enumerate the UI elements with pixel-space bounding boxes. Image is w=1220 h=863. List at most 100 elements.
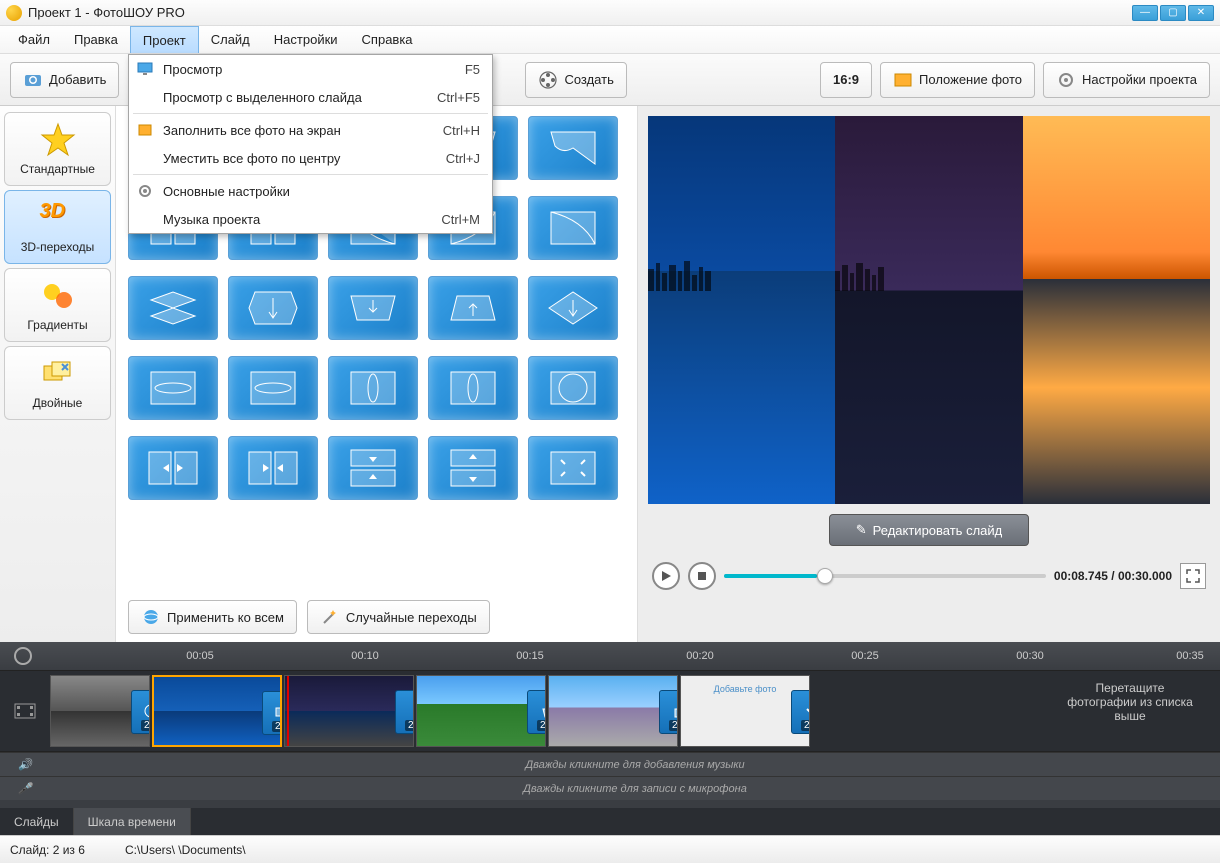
menu-settings[interactable]: Настройки: [262, 26, 350, 53]
transition-thumb[interactable]: [328, 356, 418, 420]
playhead[interactable]: [287, 675, 289, 747]
menu-edit[interactable]: Правка: [62, 26, 130, 53]
preview-panel: ✎ Редактировать слайд 00:08.745 / 00:30.…: [638, 106, 1220, 642]
transition-chip[interactable]: 2.0: [527, 690, 546, 734]
aspect-ratio-button[interactable]: 16:9: [820, 62, 872, 98]
menu-project-music[interactable]: Музыка проекта Ctrl+M: [129, 205, 492, 233]
timeline-slide[interactable]: 2.0: [50, 675, 150, 747]
timeline: 00:05 00:10 00:15 00:20 00:25 00:30 00:3…: [0, 642, 1220, 808]
close-button[interactable]: ✕: [1188, 5, 1214, 21]
minimize-button[interactable]: —: [1132, 5, 1158, 21]
apply-all-button[interactable]: Применить ко всем: [128, 600, 297, 634]
transition-chip[interactable]: 2.0: [791, 690, 810, 734]
category-double[interactable]: Двойные: [4, 346, 111, 420]
play-button[interactable]: [652, 562, 680, 590]
menu-fill-all[interactable]: Заполнить все фото на экран Ctrl+H: [129, 116, 492, 144]
timeline-slide[interactable]: 2.0: [152, 675, 282, 747]
gear-icon: [1056, 70, 1076, 90]
edit-slide-button[interactable]: ✎ Редактировать слайд: [829, 514, 1029, 546]
transition-thumb[interactable]: [128, 356, 218, 420]
mic-track[interactable]: 🎤 Дважды кликните для записи с микрофона: [0, 776, 1220, 800]
menu-preview-from-selected[interactable]: Просмотр с выделенного слайда Ctrl+F5: [129, 83, 492, 111]
photo-position-button[interactable]: Положение фото: [880, 62, 1035, 98]
transition-thumb[interactable]: [528, 356, 618, 420]
photo-icon: [893, 70, 913, 90]
category-sidebar: Стандартные 3D 3D-переходы Градиенты Дво…: [0, 106, 116, 642]
add-button[interactable]: Добавить: [10, 62, 119, 98]
transition-chip[interactable]: 2.0: [131, 690, 150, 734]
transition-thumb[interactable]: [528, 276, 618, 340]
music-track[interactable]: 🔊 Дважды кликните для добавления музыки: [0, 752, 1220, 776]
double-icon: [40, 356, 76, 392]
gradient-icon: [40, 278, 76, 314]
title-bar: Проект 1 - ФотоШОУ PRO — ▢ ✕: [0, 0, 1220, 26]
menu-project[interactable]: Проект: [130, 26, 199, 53]
timeline-slide[interactable]: 2.0: [284, 675, 414, 747]
mic-icon: 🎤: [0, 782, 50, 795]
status-path: C:\Users\ \Documents\: [125, 843, 246, 857]
transition-thumb[interactable]: [228, 356, 318, 420]
menu-help[interactable]: Справка: [350, 26, 425, 53]
window-title: Проект 1 - ФотоШОУ PRO: [28, 5, 185, 20]
random-transitions-button[interactable]: Случайные переходы: [307, 600, 490, 634]
transition-thumb[interactable]: [328, 276, 418, 340]
menu-preview[interactable]: Просмотр F5: [129, 55, 492, 83]
transition-thumb[interactable]: [328, 436, 418, 500]
menu-separator: [133, 174, 488, 175]
transition-thumb[interactable]: [528, 116, 618, 180]
speaker-icon: 🔊: [0, 758, 50, 771]
maximize-button[interactable]: ▢: [1160, 5, 1186, 21]
transition-chip[interactable]: 2.0: [262, 691, 282, 735]
timeline-slide[interactable]: 2.0: [548, 675, 678, 747]
menu-center-all[interactable]: Уместить все фото по центру Ctrl+J: [129, 144, 492, 172]
transition-chip[interactable]: 2.0: [395, 690, 414, 734]
playback-slider[interactable]: [724, 574, 1046, 578]
transition-thumb[interactable]: [428, 436, 518, 500]
menu-main-settings[interactable]: Основные настройки: [129, 177, 492, 205]
transition-thumb[interactable]: [228, 276, 318, 340]
transition-thumb[interactable]: [228, 436, 318, 500]
create-button[interactable]: Создать: [525, 62, 626, 98]
menu-bar: Файл Правка Проект Слайд Настройки Справ…: [0, 26, 1220, 54]
transition-thumb[interactable]: [528, 196, 618, 260]
timeline-slide[interactable]: 2.0: [416, 675, 546, 747]
fill-icon: [137, 122, 153, 138]
menu-slide[interactable]: Слайд: [199, 26, 262, 53]
timeline-tabs: Слайды Шкала времени: [0, 808, 1220, 835]
3d-icon: 3D: [40, 200, 76, 236]
project-menu-dropdown: Просмотр F5 Просмотр с выделенного слайд…: [128, 54, 493, 234]
transition-thumb[interactable]: [428, 276, 518, 340]
star-icon: [40, 122, 76, 158]
transition-thumb[interactable]: [128, 276, 218, 340]
transition-chip[interactable]: 2.0: [659, 690, 678, 734]
player-controls: 00:08.745 / 00:30.000: [638, 546, 1220, 606]
timeline-ruler[interactable]: 00:05 00:10 00:15 00:20 00:25 00:30 00:3…: [0, 642, 1220, 670]
reel-icon: [538, 70, 558, 90]
fullscreen-button[interactable]: [1180, 563, 1206, 589]
menu-file[interactable]: Файл: [6, 26, 62, 53]
transition-thumb[interactable]: [528, 436, 618, 500]
timeline-slide[interactable]: Добавьте фото 2.0: [680, 675, 810, 747]
preview-canvas: [648, 116, 1210, 504]
category-standard[interactable]: Стандартные: [4, 112, 111, 186]
camera-icon: [23, 70, 43, 90]
clock-icon: [14, 647, 32, 665]
transition-thumb[interactable]: [128, 436, 218, 500]
stop-button[interactable]: [688, 562, 716, 590]
gear-icon: [137, 183, 153, 199]
pencil-icon: ✎: [856, 522, 867, 538]
globe-icon: [141, 607, 161, 627]
app-logo-icon: [6, 5, 22, 21]
video-track[interactable]: 2.0 2.0 2.0 2.0 2.0 Добавьте фото 2.0 Пе…: [0, 670, 1220, 752]
tab-slides[interactable]: Слайды: [0, 808, 74, 835]
drop-hint: Перетащите фотографии из списка выше: [1060, 681, 1200, 723]
project-settings-button[interactable]: Настройки проекта: [1043, 62, 1210, 98]
status-bar: Слайд: 2 из 6 C:\Users\ \Documents\: [0, 835, 1220, 863]
category-3d[interactable]: 3D 3D-переходы: [4, 190, 111, 264]
wand-icon: [320, 607, 340, 627]
tab-timeline[interactable]: Шкала времени: [74, 808, 191, 835]
transition-thumb[interactable]: [428, 356, 518, 420]
category-gradients[interactable]: Градиенты: [4, 268, 111, 342]
status-slide-count: Слайд: 2 из 6: [10, 843, 85, 857]
menu-separator: [133, 113, 488, 114]
